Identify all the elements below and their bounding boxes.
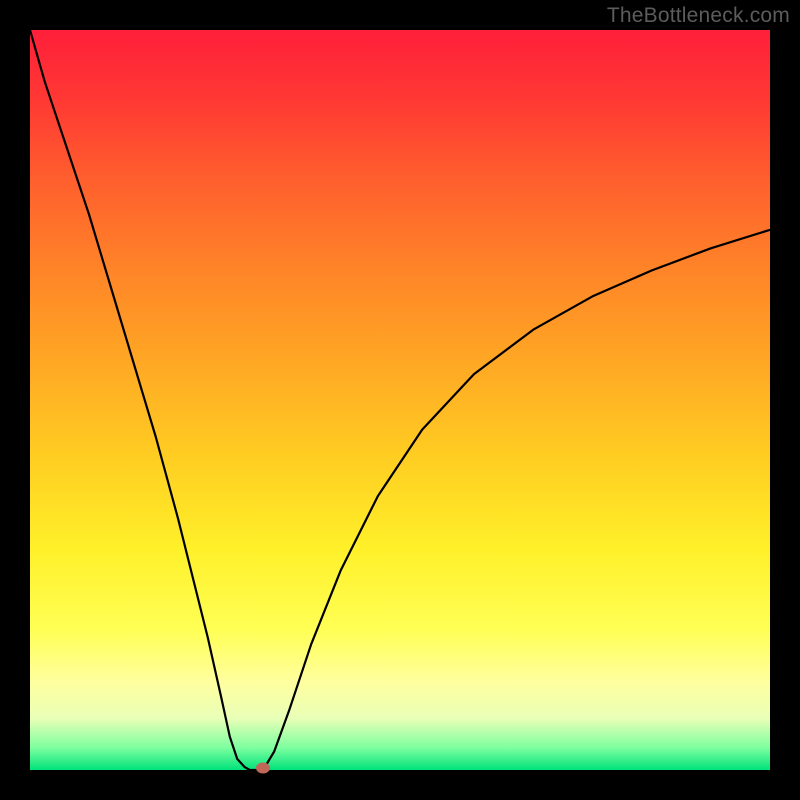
watermark-text: TheBottleneck.com (607, 4, 790, 28)
curve-svg (30, 30, 770, 770)
optimum-marker (256, 762, 270, 773)
chart-frame: TheBottleneck.com (0, 0, 800, 800)
chart-plot-area (30, 30, 770, 770)
bottleneck-curve (30, 30, 770, 770)
